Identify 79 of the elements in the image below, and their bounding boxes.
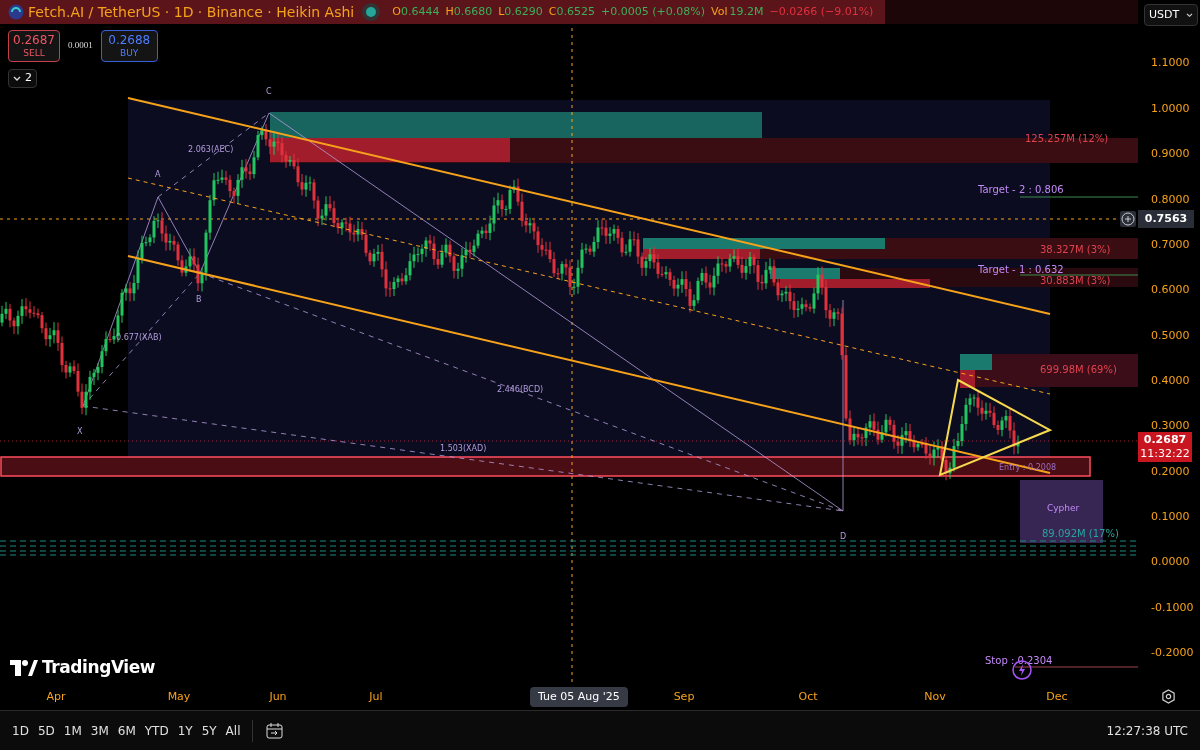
range-button[interactable]: 6M <box>117 721 136 740</box>
level-label: Target - 2 : 0.806 <box>978 184 1064 195</box>
volume-change: −0.0266 (−9.01%) <box>769 3 874 20</box>
pattern-label: 0.677(XAB) <box>116 333 162 342</box>
price-tick: -0.1000 <box>1151 599 1194 616</box>
level-label: Entry : 0.2008 <box>999 463 1057 472</box>
indicators-toggle[interactable]: 2 <box>8 69 37 88</box>
calendar-icon[interactable] <box>265 721 286 740</box>
range-button[interactable]: 1D <box>12 721 29 740</box>
settings-icon[interactable] <box>1161 689 1176 704</box>
price-tick: 0.2000 <box>1151 463 1190 480</box>
brand-name: TradingView <box>42 656 156 679</box>
pattern-label: 2.446(BCD) <box>497 385 544 394</box>
range-button[interactable]: 5D <box>37 721 55 740</box>
supply-zone <box>770 268 840 279</box>
price-tick: 0.4000 <box>1151 372 1190 389</box>
pattern-label: A <box>155 170 161 179</box>
tradingview-logo-icon <box>10 659 38 676</box>
price-tick: 0.3000 <box>1151 418 1190 435</box>
time-tick: May <box>167 689 191 705</box>
price-tick: 0.5000 <box>1151 327 1190 344</box>
spread-value: 0.0001 <box>68 39 93 53</box>
range-button[interactable]: YTD <box>144 721 169 740</box>
range-button[interactable]: 1M <box>63 721 82 740</box>
price-tick: 0.7000 <box>1151 236 1190 253</box>
plus-icon[interactable] <box>1120 211 1136 227</box>
ohlc-value: H0.6680 <box>445 3 493 20</box>
buy-button[interactable]: 0.2688 BUY <box>100 30 158 62</box>
symbol-title[interactable]: Fetch.AI / TetherUS · 1D · Binance · Heikin Ashi <box>28 1 355 23</box>
clock: 12:27:38 UTC <box>1106 722 1188 740</box>
ohlc-value: O0.6444 <box>392 3 440 20</box>
range-button[interactable]: 3M <box>90 721 109 740</box>
pattern-label: X <box>77 427 83 436</box>
pattern-label: Cypher <box>1047 503 1080 513</box>
time-tick: Jun <box>269 689 287 705</box>
volume-label: Vol <box>711 3 728 20</box>
price-change: +0.0005 (+0.08%) <box>601 3 705 20</box>
last-price: 0.2687 <box>1143 433 1187 447</box>
volume-value: 19.2M <box>729 3 764 20</box>
crosshair-price: 0.7563 <box>1138 210 1194 228</box>
level-label: 38.327M (3%) <box>1040 244 1111 255</box>
price-tick: 1.1000 <box>1151 55 1190 72</box>
ohlc-value: C0.6525 <box>548 3 596 20</box>
sell-button[interactable]: 0.2687 SELL <box>8 30 60 62</box>
range-button[interactable]: 5Y <box>201 721 217 740</box>
time-tick: Jul <box>369 689 383 705</box>
price-tick: 0.8000 <box>1151 191 1190 208</box>
price-tick: 0.6000 <box>1151 282 1190 299</box>
pattern-label: C <box>266 87 272 96</box>
price-tick: -0.2000 <box>1151 645 1194 662</box>
level-label: 699.98M (69%) <box>1040 364 1117 375</box>
level-label: 30.883M (3%) <box>1040 275 1111 286</box>
pattern-label: D <box>840 532 847 541</box>
pattern-label: B <box>196 295 202 304</box>
chevron-down-icon <box>13 75 21 82</box>
time-tick: Nov <box>924 689 946 705</box>
range-button[interactable]: 1Y <box>177 721 193 740</box>
bar-countdown: 11:32:22 <box>1140 447 1190 461</box>
time-tick: Apr <box>46 689 66 705</box>
price-tick: 0.0000 <box>1151 554 1190 571</box>
level-label: 89.092M (17%) <box>1042 528 1119 539</box>
pattern-label: 1.503(XAD) <box>440 444 487 453</box>
range-button[interactable]: All <box>225 721 241 740</box>
price-tick: 0.1000 <box>1151 509 1190 525</box>
chevron-down-icon <box>1186 12 1193 18</box>
time-tick: Sep <box>673 689 695 705</box>
level-label: 125.257M (12%) <box>1025 133 1109 144</box>
supply-zone <box>960 354 992 370</box>
ohlc-value: L0.6290 <box>498 3 543 20</box>
coin-icon <box>8 4 24 20</box>
price-tick: 0.9000 <box>1151 146 1190 163</box>
crosshair-date: Tue 05 Aug '25 <box>530 687 628 707</box>
level-label: Stop : 0.2304 <box>985 655 1053 666</box>
price-tick: 1.0000 <box>1151 100 1190 117</box>
time-tick: Oct <box>798 689 818 705</box>
currency-dropdown[interactable]: USDT <box>1144 4 1198 26</box>
time-tick: Dec <box>1046 689 1068 705</box>
pattern-label: 2.063(AEC) <box>188 145 234 154</box>
level-label: Target - 1 : 0.632 <box>978 264 1064 275</box>
